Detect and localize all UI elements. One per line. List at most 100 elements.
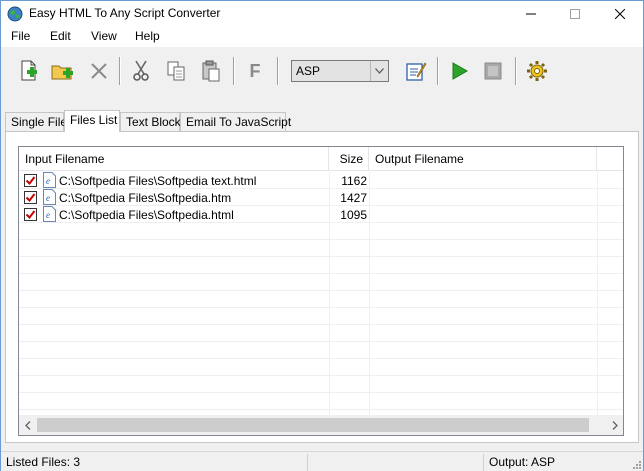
copy-button[interactable] [162,57,190,85]
list-header: Input Filename Size Output Filename [19,147,623,171]
stop-icon [484,62,502,80]
menu-help[interactable]: Help [133,29,162,43]
grid-line [19,239,623,240]
remove-button[interactable] [85,57,113,85]
toolbar: F ASP [1,49,643,93]
status-bar: Listed Files: 3 Output: ASP [1,451,643,471]
add-files-button[interactable] [49,57,77,85]
row-checkbox[interactable] [24,174,37,187]
checkmark-icon [25,176,36,186]
tab-single-file[interactable]: Single File [5,112,67,132]
script-format-select[interactable]: ASP [291,60,389,82]
row-checkbox[interactable] [24,208,37,221]
format-button[interactable]: F [241,57,269,85]
grid-line [19,341,623,342]
copy-icon [167,61,185,81]
table-row[interactable]: e C:\Softpedia Files\Softpedia text.html… [19,172,623,189]
chevron-right-icon [612,420,618,430]
html-file-icon: e [43,206,56,222]
app-window: Easy HTML To Any Script Converter File E… [0,0,644,471]
minimize-button[interactable] [509,1,553,27]
toolbar-separator [233,57,235,85]
new-file-button[interactable] [15,57,43,85]
edit-script-button[interactable] [402,57,430,85]
scrollbar-thumb[interactable] [37,418,589,432]
add-files-icon [51,65,73,80]
chevron-down-icon [370,61,388,81]
scroll-right-button[interactable] [606,415,623,435]
window-title: Easy HTML To Any Script Converter [29,6,221,20]
settings-button[interactable] [523,57,551,85]
input-filename: C:\Softpedia Files\Softpedia.html [59,208,234,222]
grid-line [19,392,623,393]
input-filename: C:\Softpedia Files\Softpedia.htm [59,191,232,205]
chevron-left-icon [24,420,30,430]
svg-text:e: e [46,210,50,220]
paste-button[interactable] [197,57,225,85]
checkmark-icon [25,193,36,203]
grid-line [19,273,623,274]
svg-text:e: e [46,176,50,186]
status-middle-panel [307,454,483,471]
grid-line [19,375,623,376]
column-input-filename[interactable]: Input Filename [19,147,329,171]
checkmark-icon [25,210,36,220]
stop-button[interactable] [479,57,507,85]
menu-file[interactable]: File [9,29,32,43]
toolbar-separator [515,57,517,85]
column-size[interactable]: Size [329,147,369,171]
status-listed-files: Listed Files: 3 [6,455,81,469]
files-list-panel: Input Filename Size Output Filename e C:… [5,131,639,443]
menu-view[interactable]: View [89,29,119,43]
paste-icon [202,60,220,82]
column-output-filename[interactable]: Output Filename [369,147,597,171]
horizontal-scrollbar[interactable] [19,415,623,435]
format-icon: F [249,60,261,81]
html-file-icon: e [43,189,56,205]
settings-icon [527,61,547,81]
grid-line [19,324,623,325]
new-file-icon [21,60,37,81]
svg-text:e: e [46,193,50,203]
grid-line [19,358,623,359]
grid-line [19,256,623,257]
status-output-format: Output: ASP [483,454,629,471]
menu-bar: File Edit View Help [1,27,643,47]
app-globe-icon [7,6,23,22]
grid-line [19,307,623,308]
resize-grip-icon[interactable] [631,459,641,469]
file-size: 1095 [340,208,367,222]
tab-text-block[interactable]: Text Block [120,112,181,132]
file-size: 1162 [341,174,367,188]
table-row[interactable]: e C:\Softpedia Files\Softpedia.htm 1427 [19,189,623,206]
row-checkbox[interactable] [24,191,37,204]
tab-files-list[interactable]: Files List [64,110,120,132]
cut-button[interactable] [127,57,155,85]
toolbar-separator [119,57,121,85]
remove-icon [91,63,107,79]
close-icon [615,9,625,19]
edit-script-icon [406,62,427,81]
list-body: e C:\Softpedia Files\Softpedia text.html… [19,171,623,415]
scroll-left-button[interactable] [19,415,36,435]
table-row[interactable]: e C:\Softpedia Files\Softpedia.html 1095 [19,206,623,223]
html-file-icon: e [43,172,56,188]
play-icon [452,62,469,80]
tab-email-to-javascript[interactable]: Email To JavaScript [180,112,291,132]
minimize-icon [526,13,536,15]
toolbar-separator [437,57,439,85]
file-size: 1427 [340,191,367,205]
cut-icon [133,60,149,81]
grid-line [19,409,623,410]
toolbar-separator [277,57,279,85]
script-format-value: ASP [296,64,321,78]
maximize-button[interactable] [553,1,597,27]
title-bar[interactable]: Easy HTML To Any Script Converter [1,1,643,27]
input-filename: C:\Softpedia Files\Softpedia text.html [59,174,257,188]
maximize-icon [570,9,580,19]
start-convert-button[interactable] [445,57,473,85]
close-button[interactable] [598,1,642,27]
menu-edit[interactable]: Edit [48,29,73,43]
files-list-view[interactable]: Input Filename Size Output Filename e C:… [18,146,624,436]
grid-line [19,290,623,291]
